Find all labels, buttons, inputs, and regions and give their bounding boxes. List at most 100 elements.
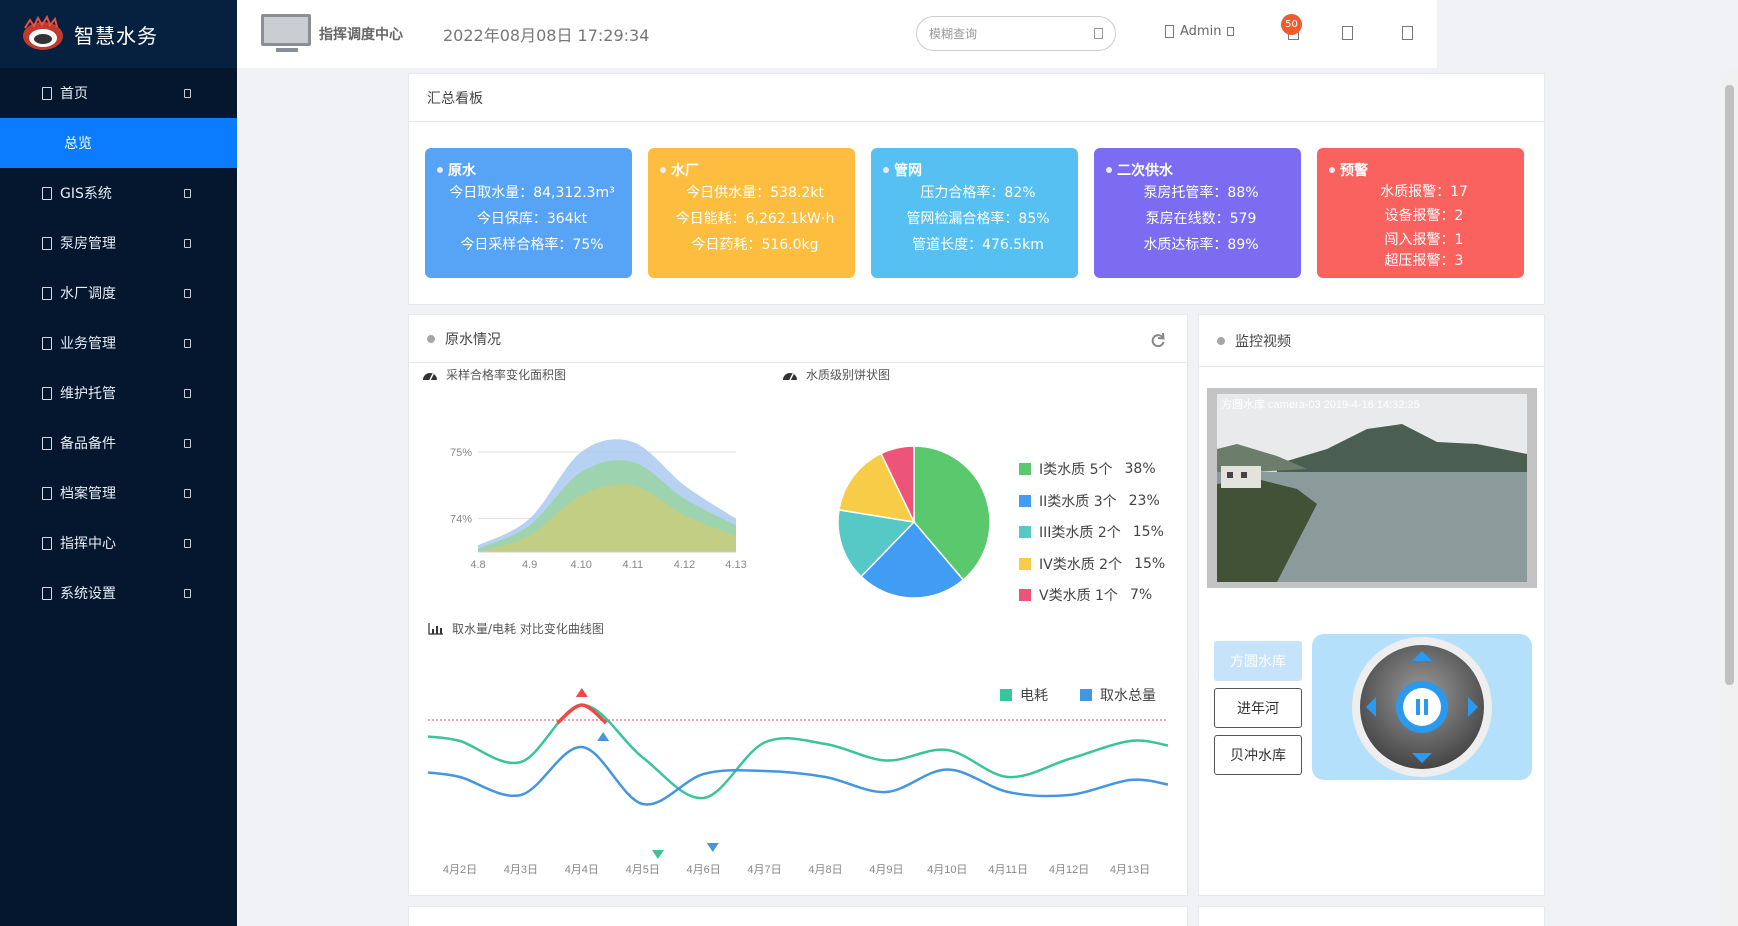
sidebar-item-label: 首页 bbox=[60, 86, 88, 102]
summary-title: 汇总看板 bbox=[409, 74, 1544, 122]
monitor-title: 监控视频 bbox=[1199, 315, 1544, 367]
bar-chart-icon bbox=[428, 622, 443, 635]
x-tick-label: 4月9日 bbox=[869, 864, 903, 876]
notification-badge: 50 bbox=[1281, 14, 1302, 35]
pump-icon bbox=[42, 236, 52, 250]
gauge-icon bbox=[783, 372, 797, 380]
sidebar-item-maintenance[interactable]: 维护托管 bbox=[0, 368, 237, 418]
scrollbar-thumb[interactable] bbox=[1725, 85, 1734, 685]
sidebar-item-label: 档案管理 bbox=[60, 486, 116, 502]
sidebar-item-overview[interactable]: 总览 bbox=[0, 118, 237, 168]
ptz-pause-button[interactable] bbox=[1402, 688, 1440, 726]
sidebar-item-settings[interactable]: 系统设置 bbox=[0, 568, 237, 618]
x-tick-label: 4.11 bbox=[623, 559, 644, 571]
sidebar-item-home[interactable]: 首页 bbox=[0, 68, 237, 118]
app-title: 智慧水务 bbox=[74, 23, 158, 48]
card-line: 今日药耗：516.0kg bbox=[691, 237, 819, 253]
page-title: 指挥调度中心 bbox=[319, 27, 403, 43]
card-line: 泵房在线数：579 bbox=[1145, 211, 1257, 227]
chevron-down-icon bbox=[184, 88, 191, 98]
dot-icon bbox=[660, 167, 666, 173]
sidebar-item-spare-parts[interactable]: 备品备件 bbox=[0, 418, 237, 468]
card-pipe-network[interactable]: 管网 压力合格率：82% 管网检漏合格率：85% 管道长度：476.5km bbox=[871, 148, 1078, 278]
card-line: 水质达标率：89% bbox=[1143, 237, 1259, 253]
raw-water-title-text: 原水情况 bbox=[445, 331, 501, 348]
legend-percent: 15% bbox=[1132, 524, 1164, 540]
max-marker bbox=[597, 732, 610, 741]
legend-swatch bbox=[1019, 589, 1031, 601]
sidebar-item-gis[interactable]: GIS系统 bbox=[0, 168, 237, 218]
refresh-icon[interactable] bbox=[1150, 332, 1166, 348]
summary-title-text: 汇总看板 bbox=[427, 90, 483, 107]
card-raw-water[interactable]: 原水 今日取水量：84,312.3m³ 今日保库：364kt 今日采样合格率：7… bbox=[425, 148, 632, 278]
home-icon bbox=[42, 86, 52, 100]
bottom-panel-left bbox=[408, 906, 1188, 926]
x-tick-label: 4月5日 bbox=[626, 864, 660, 876]
pie-legend-item[interactable]: III类水质 2个 15% bbox=[1019, 522, 1164, 542]
ptz-left-button[interactable] bbox=[1364, 696, 1386, 718]
box-icon bbox=[42, 436, 52, 450]
chevron-right-icon bbox=[184, 588, 191, 598]
sidebar-item-label: 备品备件 bbox=[60, 436, 116, 452]
legend-swatch bbox=[1019, 557, 1031, 570]
logo-icon bbox=[23, 14, 63, 50]
legend-swatch bbox=[1019, 494, 1031, 507]
card-water-plant[interactable]: 水厂 今日供水量：538.2kt 今日能耗：6,262.1kW·h 今日药耗：5… bbox=[648, 148, 855, 278]
gauge-icon bbox=[423, 372, 437, 380]
gear-icon bbox=[42, 586, 52, 600]
monitor-title-text: 监控视频 bbox=[1235, 333, 1291, 350]
card-line: 水质报警：17 bbox=[1380, 184, 1468, 200]
search-icon[interactable] bbox=[1094, 28, 1103, 39]
pie-chart-title-text: 水质级别饼状图 bbox=[806, 368, 891, 382]
username: Admin bbox=[1180, 24, 1222, 39]
min-marker bbox=[651, 850, 664, 859]
search-input[interactable]: 模糊查询 bbox=[916, 16, 1116, 51]
legend-label: II类水质 3个 bbox=[1039, 493, 1117, 510]
video-frame[interactable]: 方圆水库 camera-03 2019-4-16 14:32:25 bbox=[1207, 388, 1537, 588]
video-overlay: 方圆水库 camera-03 2019-4-16 14:32:25 bbox=[1221, 399, 1420, 411]
legend-percent: 23% bbox=[1128, 492, 1160, 509]
line-chart: 4月2日 4月3日 4月4日 4月5日 4月6日 4月7日 4月8日 4月9日 4月10日 4月1… bbox=[427, 688, 1169, 876]
user-icon bbox=[1165, 25, 1174, 38]
chevron-right-icon bbox=[184, 438, 191, 448]
x-tick-label: 4月11日 bbox=[988, 864, 1028, 876]
sidebar-item-label: 水厂调度 bbox=[60, 286, 116, 302]
card-secondary-supply[interactable]: 二次供水 泵房托管率：88% 泵房在线数：579 水质达标率：89% bbox=[1094, 148, 1301, 278]
pie-legend-item[interactable]: I类水质 5个 38% bbox=[1019, 459, 1156, 479]
chevron-right-icon bbox=[184, 238, 191, 248]
pie-legend-item[interactable]: II类水质 3个 23% bbox=[1019, 491, 1160, 511]
card-line: 今日采样合格率：75% bbox=[460, 237, 604, 253]
camera-button-fangyuan[interactable]: 方圆水库 bbox=[1214, 641, 1302, 681]
sidebar-item-archives[interactable]: 档案管理 bbox=[0, 468, 237, 518]
map-icon bbox=[42, 186, 52, 200]
fullscreen-icon[interactable] bbox=[1342, 26, 1353, 40]
ptz-down-button[interactable] bbox=[1410, 744, 1432, 766]
sidebar-item-plant-dispatch[interactable]: 水厂调度 bbox=[0, 268, 237, 318]
x-tick-label: 4月2日 bbox=[443, 864, 477, 876]
bottom-panel-right bbox=[1198, 906, 1545, 926]
card-title: 预警 bbox=[1340, 163, 1368, 179]
line-chart-title: 取水量/电耗 对比变化曲线图 bbox=[428, 620, 604, 637]
user-menu[interactable]: Admin bbox=[1165, 24, 1235, 39]
legend-label: III类水质 2个 bbox=[1039, 525, 1121, 541]
sidebar-item-pump-room[interactable]: 泵房管理 bbox=[0, 218, 237, 268]
legend-percent: 38% bbox=[1124, 461, 1156, 477]
ptz-right-button[interactable] bbox=[1456, 696, 1478, 718]
briefcase-icon bbox=[42, 336, 52, 350]
legend-percent: 15% bbox=[1134, 555, 1166, 572]
sidebar-item-business[interactable]: 业务管理 bbox=[0, 318, 237, 368]
y-tick-label: 74% bbox=[450, 514, 472, 526]
logout-icon[interactable] bbox=[1402, 26, 1413, 40]
card-line: 今日供水量：538.2kt bbox=[686, 185, 824, 201]
ptz-up-button[interactable] bbox=[1410, 654, 1432, 676]
card-warning[interactable]: 预警 水质报警：17 设备报警：2 闯入报警：1 超压报警：3 bbox=[1317, 148, 1524, 278]
camera-button-beichong[interactable]: 贝冲水库 bbox=[1214, 735, 1302, 775]
sidebar-item-command-center[interactable]: 指挥中心 bbox=[0, 518, 237, 568]
pie-legend-item[interactable]: V类水质 1个 7% bbox=[1019, 585, 1152, 605]
sidebar-item-label: 泵房管理 bbox=[60, 236, 116, 252]
camera-button-jinnian[interactable]: 进年河 bbox=[1214, 688, 1302, 728]
card-line: 管道长度：476.5km bbox=[912, 237, 1044, 253]
x-tick-label: 4月8日 bbox=[808, 864, 842, 876]
pie-chart-title: 水质级别饼状图 bbox=[782, 366, 890, 383]
pie-legend-item[interactable]: IV类水质 2个 15% bbox=[1019, 554, 1165, 574]
